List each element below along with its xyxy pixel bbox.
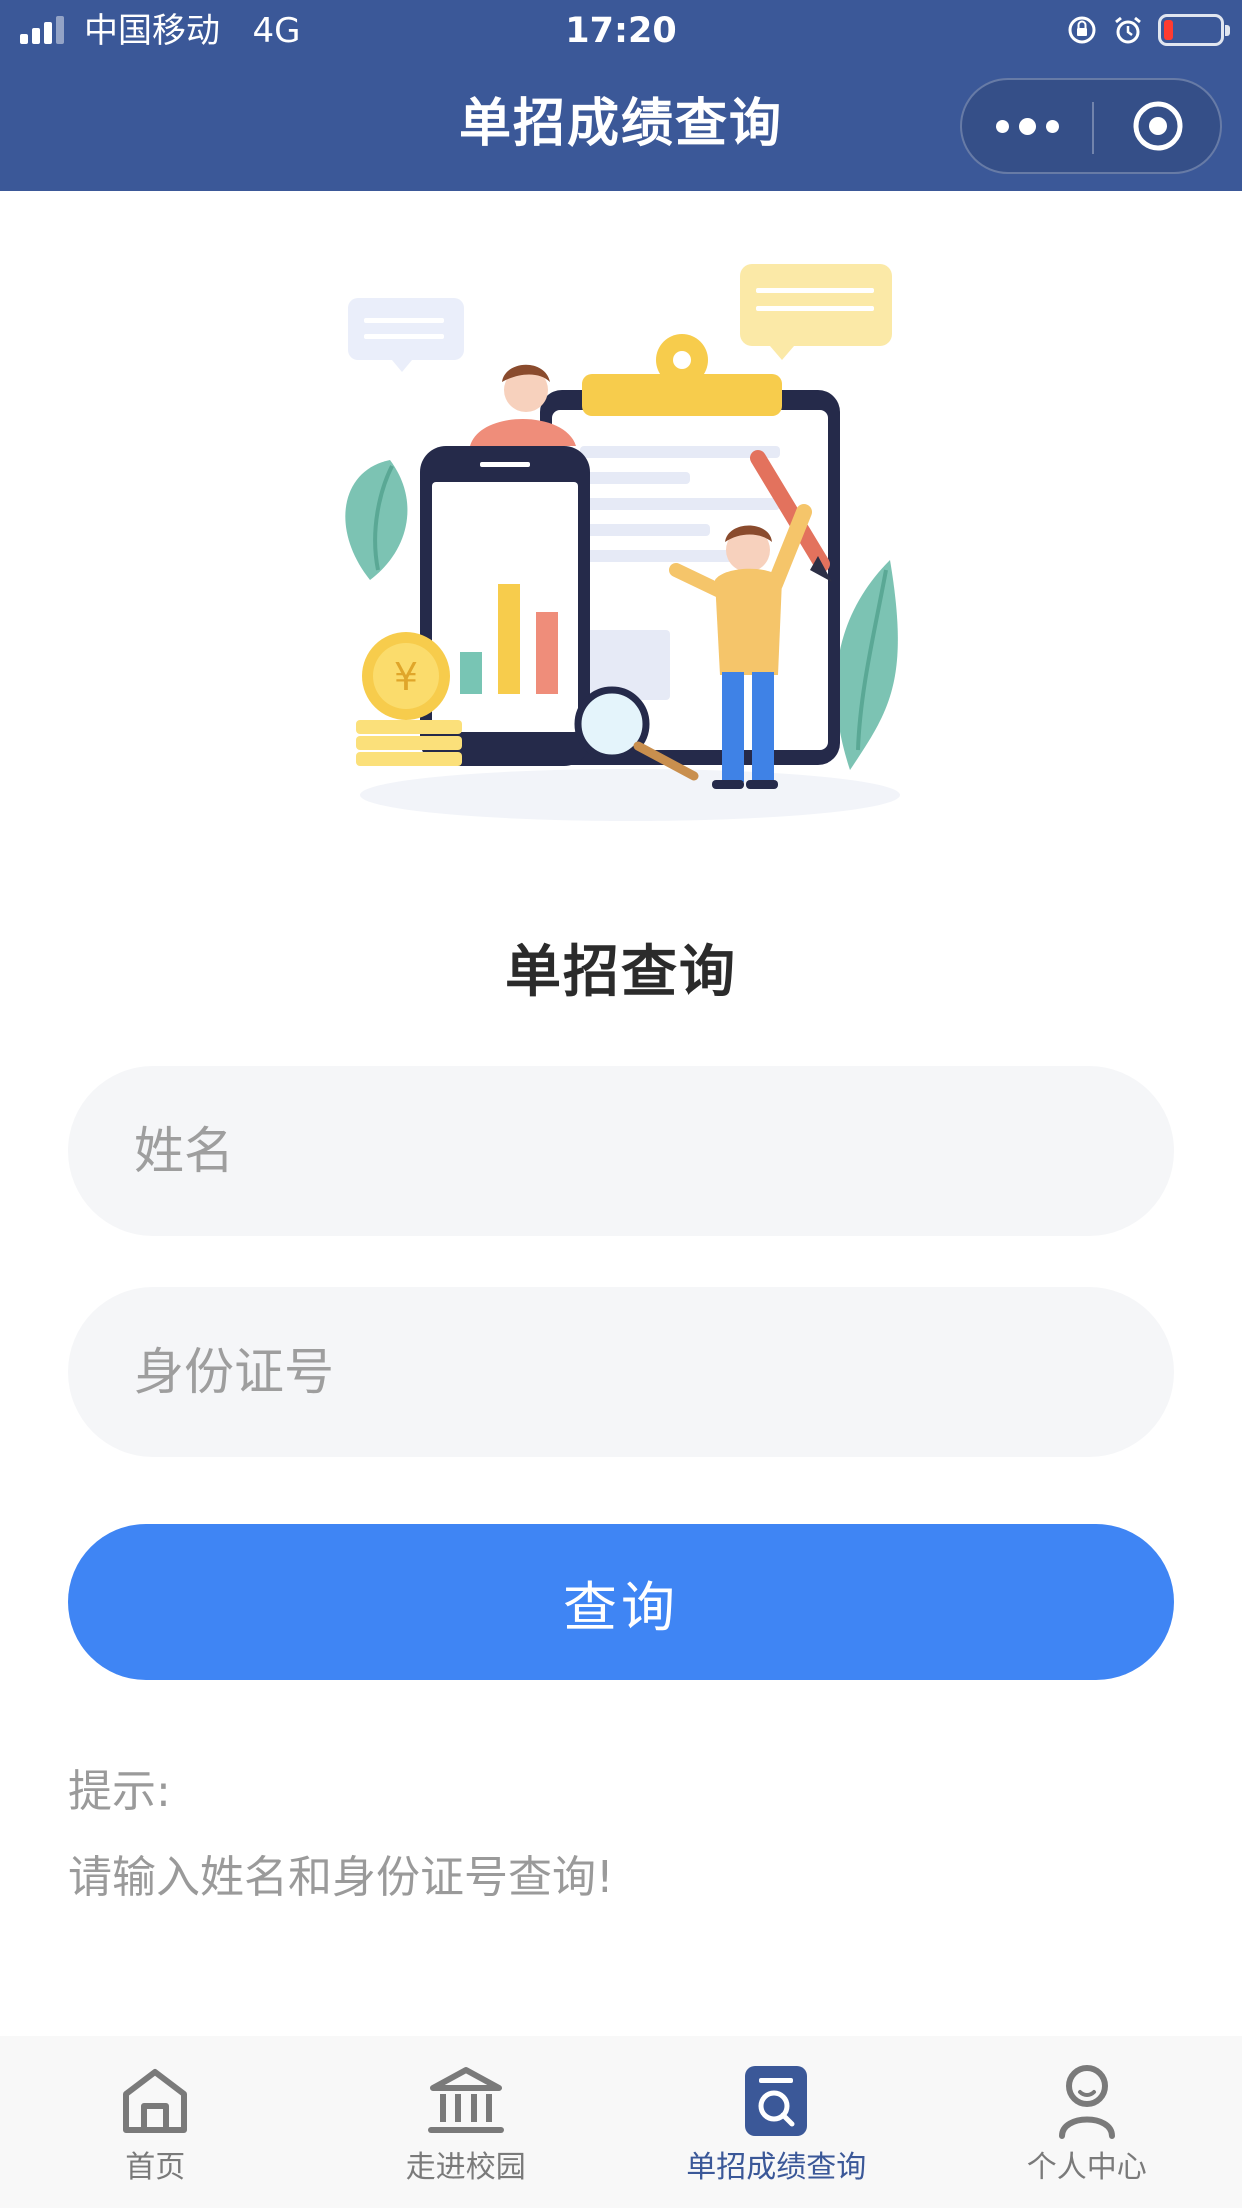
tab-campus-label: 走进校园 bbox=[405, 2150, 526, 2185]
tip-text: 请输入姓名和身份证号查询! bbox=[68, 1852, 614, 1903]
more-button[interactable] bbox=[962, 80, 1092, 172]
close-mini-program-button[interactable] bbox=[1094, 80, 1222, 172]
user-icon bbox=[1058, 2065, 1115, 2139]
tab-campus[interactable]: 走进校园 bbox=[311, 2036, 622, 2208]
id-number-input[interactable] bbox=[68, 1287, 1174, 1457]
status-time: 17:20 bbox=[565, 11, 677, 51]
mini-program-capsule bbox=[960, 78, 1222, 174]
status-icons bbox=[1066, 12, 1230, 48]
home-icon bbox=[123, 2069, 188, 2133]
query-illustration: ¥ bbox=[345, 264, 900, 821]
tab-score-query-label: 单招成绩查询 bbox=[686, 2150, 867, 2185]
speech-bubble-right bbox=[740, 264, 892, 360]
tab-profile-label: 个人中心 bbox=[1026, 2150, 1147, 2185]
battery-icon bbox=[1158, 14, 1230, 46]
top-bar: 中国移动 4G 17:20 单招成绩查询 bbox=[0, 0, 1242, 191]
tab-score-query[interactable]: 单招成绩查询 bbox=[621, 2036, 932, 2208]
alarm-icon bbox=[1115, 16, 1141, 44]
status-bar: 中国移动 4G 17:20 bbox=[0, 0, 1242, 62]
target-close-icon bbox=[1133, 101, 1183, 151]
query-button[interactable]: 查询 bbox=[68, 1524, 1174, 1680]
svg-text:¥: ¥ bbox=[394, 655, 418, 699]
score-query-icon bbox=[745, 2066, 808, 2136]
tab-profile[interactable]: 个人中心 bbox=[932, 2036, 1242, 2208]
query-section-title: 单招查询 bbox=[505, 940, 737, 1005]
more-dots-icon bbox=[1018, 117, 1036, 135]
tab-home-label: 首页 bbox=[125, 2150, 186, 2185]
tab-bar: 首页 走进校园 单招成绩查询 个人中心 bbox=[0, 2036, 1242, 2208]
tab-home[interactable]: 首页 bbox=[0, 2036, 311, 2208]
rotation-lock-icon bbox=[1068, 16, 1096, 44]
campus-building-icon bbox=[427, 2067, 504, 2133]
tip-heading: 提示: bbox=[68, 1766, 171, 1817]
speech-bubble-left bbox=[348, 298, 464, 372]
name-input[interactable] bbox=[68, 1066, 1174, 1236]
